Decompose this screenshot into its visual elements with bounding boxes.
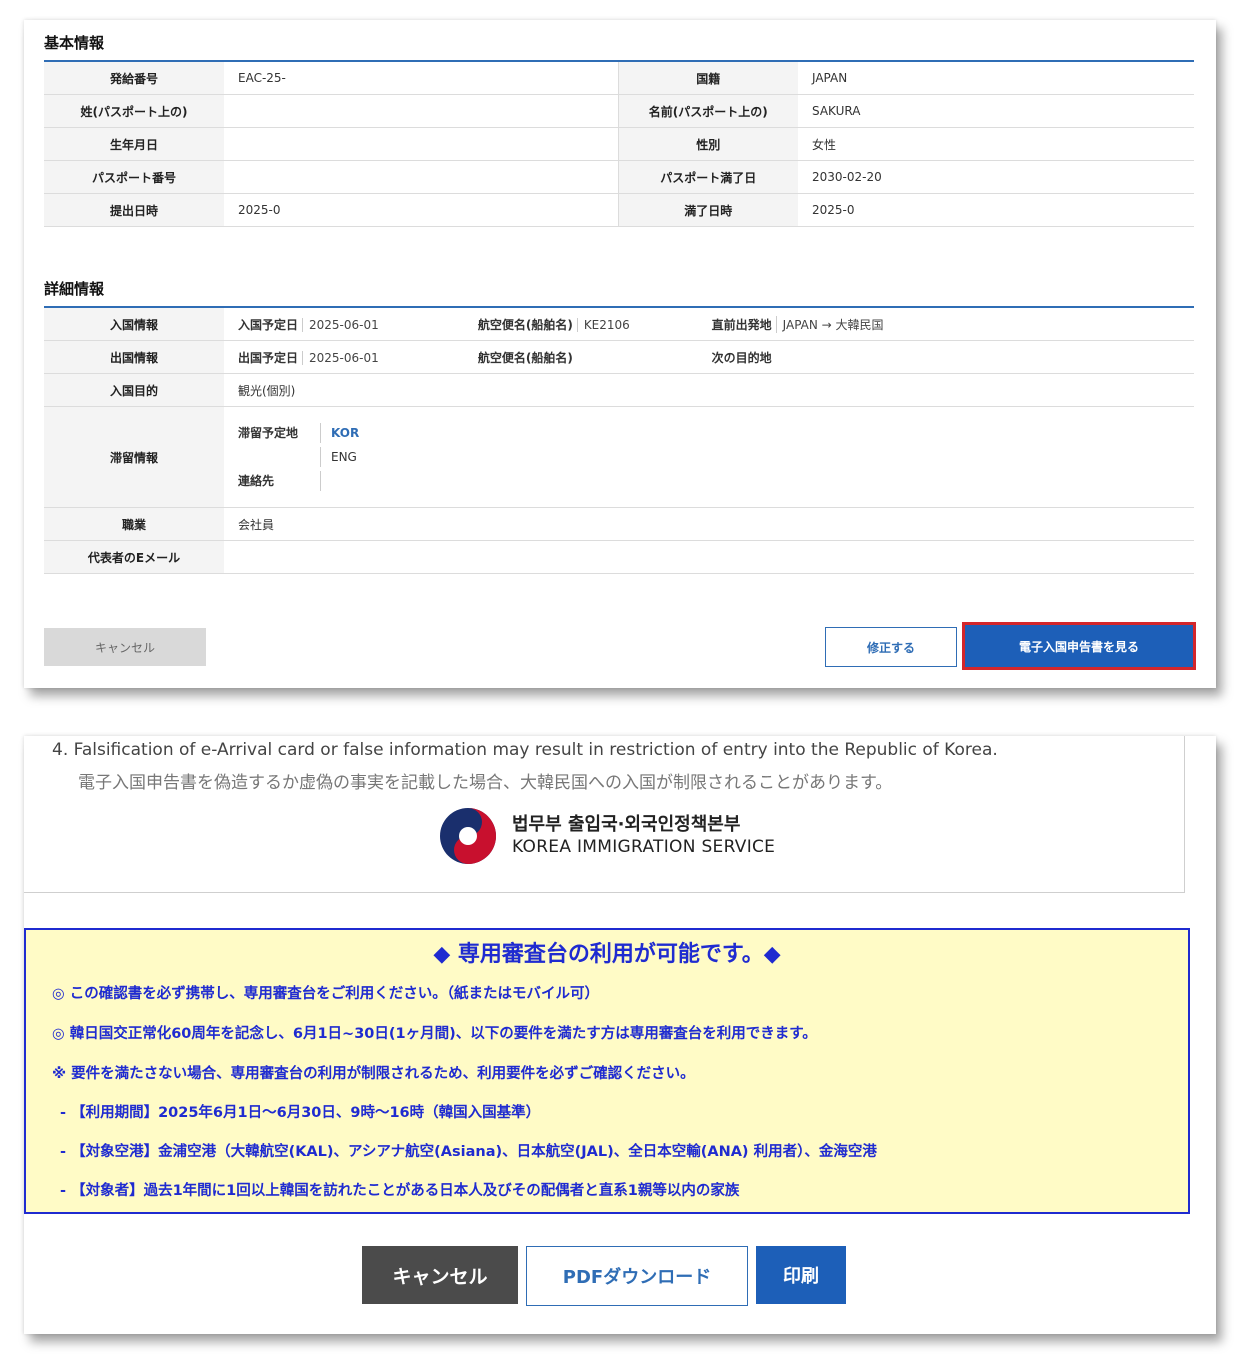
table-row: パスポート番号 パスポート満了日 2030-02-20 — [44, 160, 1194, 194]
surname-label: 姓(パスポート上の) — [44, 94, 224, 128]
next-destination: 次の目的地 — [711, 350, 772, 365]
expires-at-value: 2025-0 — [798, 193, 1194, 227]
table-row: 職業 会社員 — [44, 507, 1194, 541]
stay-info: 滞留予定地 KOR ENG 連絡先 — [238, 411, 1180, 503]
exit-info-label: 出国情報 — [44, 340, 224, 374]
edit-button[interactable]: 修正する — [825, 627, 957, 667]
entry-info-label: 入国情報 — [44, 307, 224, 341]
entry-flight: 航空便名(船舶名) KE2106 — [477, 317, 630, 332]
exit-date: 出国予定日 2025-06-01 — [238, 350, 379, 365]
falsification-notice-ja: 電子入国申告書を偽造するか虚偽の事実を記載した場合、大韓民国への入国が制限される… — [78, 773, 893, 793]
detail-info-title: 詳細情報 — [44, 280, 105, 298]
given-name-label: 名前(パスポート上の) — [617, 94, 798, 128]
notice-title: ◆ 専用審査台の利用が可能です。◆ — [433, 942, 781, 967]
print-button[interactable]: 印刷 — [756, 1246, 846, 1304]
stay-address-label: 滞留予定地 — [238, 426, 299, 440]
table-row: 入国情報 入国予定日 2025-06-01 航空便名(船舶名) KE2106 直前出… — [44, 307, 1194, 341]
table-row: 入国目的 観光(個別) — [44, 373, 1194, 407]
table-row: 発給番号 EAC-25- 国籍 JAPAN — [44, 61, 1194, 95]
table-row: 出国情報 出国予定日 2025-06-01 航空便名(船舶名) 次の目的地 — [44, 340, 1194, 374]
cancel-button[interactable]: キャンセル — [44, 628, 206, 666]
notice-line: - 【対象空港】金浦空港（大韓航空(KAL)、アシアナ航空(Asiana)、日本… — [60, 1144, 877, 1160]
gender-label: 性別 — [617, 127, 798, 161]
view-e-arrival-card-button[interactable]: 電子入国申告書を見る — [962, 622, 1196, 670]
occupation-label: 職業 — [44, 507, 224, 541]
expires-at-label: 満了日時 — [617, 193, 798, 227]
basic-info-table: 発給番号 EAC-25- 国籍 JAPAN 姓(パスポート上の) 名前(パスポー… — [44, 60, 1194, 227]
contact-value — [320, 471, 331, 491]
cancel-button[interactable]: キャンセル — [362, 1246, 518, 1304]
surname-value — [224, 94, 618, 128]
entry-purpose-label: 入国目的 — [44, 373, 224, 407]
divider — [1184, 736, 1185, 893]
submitted-at-label: 提出日時 — [44, 193, 224, 227]
table-row: 生年月日 性別 女性 — [44, 127, 1194, 161]
notice-line: ※ 要件を満たさない場合、専用審査台の利用が制限されるため、利用要件を必ずご確認… — [52, 1066, 695, 1082]
application-summary-panel: 基本情報 発給番号 EAC-25- 国籍 JAPAN 姓(パスポート上の) 名前… — [24, 20, 1216, 688]
submitted-at-value: 2025-0 — [224, 193, 618, 227]
passport-expiry-label: パスポート満了日 — [617, 160, 798, 194]
entry-purpose-value: 観光(個別) — [224, 373, 1194, 407]
occupation-value: 会社員 — [224, 507, 1194, 541]
notice-line: - 【対象者】過去1年間に1回以上韓国を訪れたことがある日本人及びその配偶者と直… — [60, 1183, 740, 1199]
logo-english-text: KOREA IMMIGRATION SERVICE — [512, 837, 776, 857]
falsification-notice-en: 4. Falsification of e-Arrival card or fa… — [52, 740, 998, 760]
birthdate-value — [224, 127, 618, 161]
representative-email-label: 代表者のEメール — [44, 540, 224, 574]
nationality-value: JAPAN — [798, 61, 1194, 95]
passport-number-label: パスポート番号 — [44, 160, 224, 194]
logo-korean-text: 법무부 출입국·외국인정책본부 — [512, 814, 741, 835]
given-name-value: SAKURA — [798, 94, 1194, 128]
nationality-label: 国籍 — [617, 61, 798, 95]
pdf-download-button[interactable]: PDFダウンロード — [526, 1246, 748, 1306]
previous-departure: 直前出発地 JAPAN → 大韓民国 — [711, 315, 884, 333]
detail-info-table: 入国情報 入国予定日 2025-06-01 航空便名(船舶名) KE2106 直前出… — [44, 306, 1194, 574]
basic-info-title: 基本情報 — [44, 34, 105, 52]
table-row: 提出日時 2025-0 満了日時 2025-0 — [44, 193, 1194, 227]
table-row: 姓(パスポート上の) 名前(パスポート上の) SAKURA — [44, 94, 1194, 128]
stay-info-label: 滞留情報 — [44, 406, 224, 508]
confirmation-panel: 4. Falsification of e-Arrival card or fa… — [24, 736, 1216, 1334]
stay-address-kor: KOR — [320, 423, 359, 443]
divider — [24, 892, 1184, 893]
issue-number-label: 発給番号 — [44, 61, 224, 95]
gender-value: 女性 — [798, 127, 1194, 161]
notice-line: ◎ 韓日国交正常化60周年を記念し、6月1日~30日(1ヶ月間)、以下の要件を満… — [52, 1026, 817, 1042]
table-row: 代表者のEメール — [44, 540, 1194, 574]
passport-number-value — [224, 160, 618, 194]
contact-label: 連絡先 — [238, 474, 275, 488]
entry-date: 入国予定日 2025-06-01 — [238, 317, 379, 332]
notice-line: - 【利用期間】2025年6月1日～6月30日、9時～16時（韓国入国基準） — [60, 1105, 541, 1121]
table-row: 滞留情報 滞留予定地 KOR ENG 連絡先 — [44, 406, 1194, 508]
exit-flight: 航空便名(船舶名) — [477, 350, 573, 365]
dedicated-lane-notice: ◆ 専用審査台の利用が可能です。◆ ◎ この確認書を必ず携帯し、専用審査台をご利… — [24, 928, 1190, 1214]
taeguk-emblem-icon — [440, 808, 496, 864]
birthdate-label: 生年月日 — [44, 127, 224, 161]
representative-email-value — [224, 540, 1194, 574]
issue-number-value: EAC-25- — [224, 61, 618, 95]
notice-line: ◎ この確認書を必ず携帯し、専用審査台をご利用ください。（紙またはモバイル可） — [52, 986, 599, 1002]
stay-address-eng: ENG — [320, 447, 357, 467]
korea-immigration-logo: 법무부 출입국·외국인정책본부 KOREA IMMIGRATION SERVIC… — [438, 806, 775, 866]
passport-expiry-value: 2030-02-20 — [798, 160, 1194, 194]
